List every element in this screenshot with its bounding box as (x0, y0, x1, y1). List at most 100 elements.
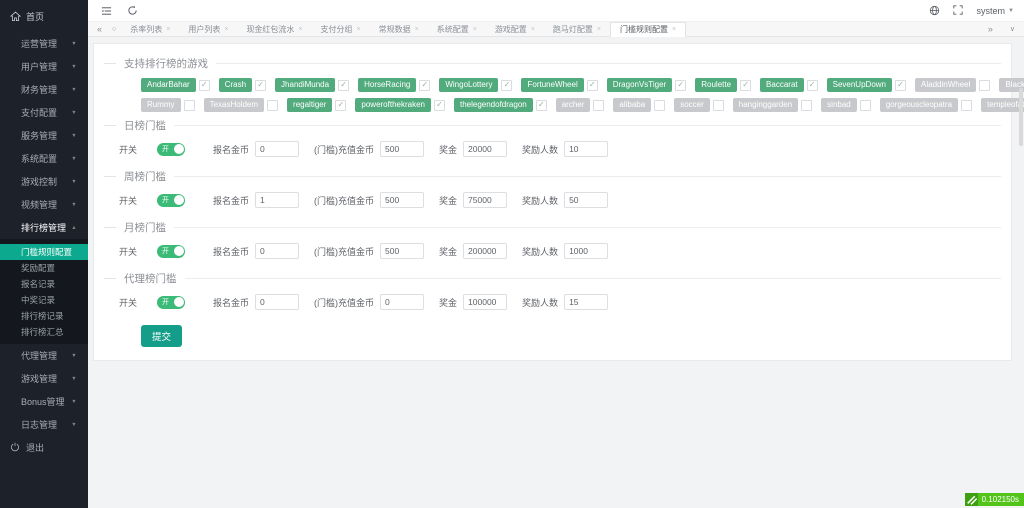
field-group: 报名金币 (213, 243, 300, 259)
sidebar-item-日志管理[interactable]: 日志管理 ▼ (0, 413, 88, 436)
sidebar-item-游戏管理[interactable]: 游戏管理 ▼ (0, 367, 88, 390)
tab-close-icon[interactable]: × (166, 26, 170, 33)
game-checkbox[interactable] (267, 99, 279, 111)
tabs-collapse-icon[interactable]: « (92, 22, 107, 37)
toggle-switch[interactable]: 开 (157, 244, 186, 258)
language-globe-icon[interactable] (929, 5, 940, 16)
field-input-(门槛)充值金币[interactable] (380, 192, 425, 208)
sidebar-subitem-中奖记录[interactable]: 中奖记录 (0, 292, 88, 308)
game-checkbox[interactable] (801, 99, 813, 111)
game-checkbox[interactable]: ✓ (198, 79, 210, 91)
tab-跑马灯配置[interactable]: 跑马灯配置 × (544, 22, 610, 37)
game-checkbox[interactable]: ✓ (586, 79, 598, 91)
runtime-trace-badge[interactable]: 0.102150s (964, 493, 1024, 506)
tab-杀率列表[interactable]: 杀率列表 × (121, 22, 179, 37)
tab-游戏配置[interactable]: 游戏配置 × (486, 22, 544, 37)
logout-button[interactable]: 退出 (0, 436, 88, 459)
game-checkbox[interactable]: ✓ (338, 79, 350, 91)
sidebar-item-用户管理[interactable]: 用户管理 ▼ (0, 55, 88, 78)
field-input-(门槛)充值金币[interactable] (380, 243, 425, 259)
sidebar-item-系统配置[interactable]: 系统配置 ▼ (0, 147, 88, 170)
sidebar-menu: 运营管理 ▼ 用户管理 ▼ 财务管理 ▼ 支付配置 ▼ 服务管理 ▼ 系统配置 ▼ 游戏控制 ▼ 视频管理 ▼… (0, 32, 88, 436)
sidebar-item-代理管理[interactable]: 代理管理 ▼ (0, 344, 88, 367)
tab-门槛规则配置[interactable]: 门槛规则配置 × (610, 21, 687, 37)
tab-close-icon[interactable]: × (531, 26, 535, 33)
tab-系统配置[interactable]: 系统配置 × (428, 22, 486, 37)
field-input-报名金币[interactable] (255, 141, 300, 157)
tab-支付分组[interactable]: 支付分组 × (312, 22, 370, 37)
game-checkbox[interactable]: ✓ (255, 79, 267, 91)
game-checkbox[interactable] (712, 99, 724, 111)
refresh-icon[interactable] (127, 5, 138, 16)
menu-fold-icon[interactable] (101, 5, 112, 16)
game-checkbox[interactable]: ✓ (433, 99, 445, 111)
sidebar-item-Bonus管理[interactable]: Bonus管理 ▼ (0, 390, 88, 413)
tab-close-icon[interactable]: × (672, 26, 676, 33)
sidebar-subitem-报名记录[interactable]: 报名记录 (0, 276, 88, 292)
game-checkbox[interactable]: ✓ (806, 79, 818, 91)
game-checkbox[interactable]: ✓ (675, 79, 687, 91)
tab-close-icon[interactable]: × (224, 26, 228, 33)
game-checkbox[interactable]: ✓ (740, 79, 752, 91)
toggle-switch[interactable]: 开 (157, 193, 186, 207)
game-checkbox[interactable] (979, 79, 991, 91)
toggle-switch[interactable]: 开 (157, 295, 186, 309)
game-checkbox[interactable] (593, 99, 605, 111)
field-input-奖金[interactable] (463, 294, 508, 310)
game-tag: Baccarat (760, 78, 804, 92)
toggle-switch[interactable]: 开 (157, 142, 186, 156)
tab-close-icon[interactable]: × (357, 26, 361, 33)
switch-label: 开关 (119, 297, 138, 308)
field-input-(门槛)充值金币[interactable] (380, 141, 425, 157)
sidebar-subitem-排行榜汇总[interactable]: 排行榜汇总 (0, 324, 88, 340)
sidebar-subitem-排行榜记录[interactable]: 排行榜记录 (0, 308, 88, 324)
tab-close-icon[interactable]: × (298, 26, 302, 33)
sidebar-item-home[interactable]: 首页 (0, 0, 88, 32)
field-input-奖励人数[interactable] (564, 294, 609, 310)
game-checkbox[interactable]: ✓ (535, 99, 547, 111)
field-input-奖励人数[interactable] (564, 192, 609, 208)
tab-close-icon[interactable]: × (415, 26, 419, 33)
game-checkbox[interactable] (961, 99, 973, 111)
tabs-refresh-icon[interactable]: ○ (107, 22, 121, 37)
sidebar-item-label: 游戏控制 (21, 177, 58, 187)
field-input-报名金币[interactable] (255, 192, 300, 208)
tab-常规数据[interactable]: 常规数据 × (370, 22, 428, 37)
game-checkbox[interactable]: ✓ (335, 99, 347, 111)
tab-label: 支付分组 (320, 24, 353, 34)
tab-现金红包流水[interactable]: 现金红包流水 × (237, 22, 311, 37)
tabs-more-icon[interactable]: » (983, 22, 998, 37)
game-checkbox[interactable]: ✓ (419, 79, 431, 91)
sidebar-item-运营管理[interactable]: 运营管理 ▼ (0, 32, 88, 55)
sidebar-item-排行榜管理[interactable]: 排行榜管理 ▲ (0, 216, 88, 239)
tabs-dropdown-icon[interactable]: ∨ (1005, 22, 1020, 37)
field-input-报名金币[interactable] (255, 294, 300, 310)
field-label: 奖励人数 (522, 144, 559, 155)
field-input-(门槛)充值金币[interactable] (380, 294, 425, 310)
tab-close-icon[interactable]: × (473, 26, 477, 33)
field-input-奖金[interactable] (463, 243, 508, 259)
sidebar-item-财务管理[interactable]: 财务管理 ▼ (0, 78, 88, 101)
sidebar-item-支付配置[interactable]: 支付配置 ▼ (0, 101, 88, 124)
scrollbar-thumb[interactable] (1019, 88, 1023, 146)
game-checkbox[interactable] (183, 99, 195, 111)
sidebar-subitem-奖励配置[interactable]: 奖励配置 (0, 260, 88, 276)
field-input-奖励人数[interactable] (564, 243, 609, 259)
field-input-报名金币[interactable] (255, 243, 300, 259)
sidebar-item-视频管理[interactable]: 视频管理 ▼ (0, 193, 88, 216)
game-checkbox[interactable]: ✓ (501, 79, 513, 91)
sidebar-item-游戏控制[interactable]: 游戏控制 ▼ (0, 170, 88, 193)
tab-用户列表[interactable]: 用户列表 × (179, 22, 237, 37)
submit-button[interactable]: 提交 (141, 325, 183, 347)
user-menu[interactable]: system ▼ (977, 6, 1014, 16)
game-checkbox[interactable]: ✓ (895, 79, 906, 91)
tab-close-icon[interactable]: × (597, 26, 601, 33)
field-input-奖金[interactable] (463, 141, 508, 157)
sidebar-subitem-门槛规则配置[interactable]: 门槛规则配置 (0, 244, 88, 260)
field-input-奖金[interactable] (463, 192, 508, 208)
field-input-奖励人数[interactable] (564, 141, 609, 157)
fullscreen-icon[interactable] (952, 5, 964, 16)
game-checkbox[interactable] (654, 99, 666, 111)
sidebar-item-服务管理[interactable]: 服务管理 ▼ (0, 124, 88, 147)
game-checkbox[interactable] (859, 99, 871, 111)
